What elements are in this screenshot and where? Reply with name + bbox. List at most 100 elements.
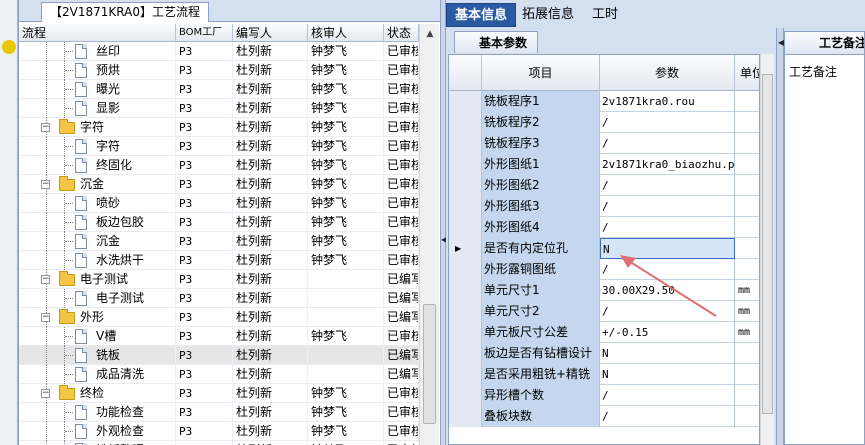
params-scrollbar[interactable] xyxy=(760,54,774,445)
param-row[interactable]: 异形槽个数 / xyxy=(449,385,759,406)
row-indicator[interactable] xyxy=(449,196,482,217)
tab-work-hours[interactable]: 工时 xyxy=(584,3,626,27)
table-row[interactable]: 沉金 P3杜列新钟梦飞已审核 xyxy=(19,232,419,251)
table-row[interactable]: 电子测试 P3杜列新 已编写 xyxy=(19,289,419,308)
collapse-toggle-icon[interactable]: − xyxy=(41,275,50,284)
param-row[interactable]: 是否采用粗铣+精铣 N xyxy=(449,364,759,385)
param-unit xyxy=(735,112,759,133)
row-indicator[interactable] xyxy=(449,301,482,322)
table-row[interactable]: 曝光 P3杜列新钟梦飞已审核 xyxy=(19,80,419,99)
table-row[interactable]: 外观检查 P3杜列新钟梦飞已审核 xyxy=(19,422,419,441)
param-row[interactable]: 铣板程序1 2v1871kra0.rou xyxy=(449,91,759,112)
table-row[interactable]: 功能检查 P3杜列新钟梦飞已审核 xyxy=(19,403,419,422)
tab-basic-params[interactable]: 基本参数 xyxy=(454,31,539,53)
row-indicator[interactable] xyxy=(449,175,482,196)
param-row[interactable]: 外形图纸3/ xyxy=(449,196,759,217)
table-row[interactable]: 铣板整理 P3杜列新钟梦飞已审核 xyxy=(19,441,419,445)
table-row[interactable]: 终固化 P3杜列新钟梦飞已审核 xyxy=(19,156,419,175)
col-header-bom[interactable]: BOM工厂 xyxy=(176,24,233,42)
table-row[interactable]: 丝印 P3杜列新钟梦飞已审核 xyxy=(19,42,419,61)
param-row[interactable]: 铣板程序3/ xyxy=(449,133,759,154)
col-header-flow[interactable]: 流程 xyxy=(19,24,176,42)
param-row[interactable]: 外形图纸1 2v1871kra0_biaozhu.pdf xyxy=(449,154,759,175)
status-cell: 已编写 xyxy=(384,365,419,384)
table-row[interactable]: − 沉金 P3杜列新钟梦飞已审核 xyxy=(19,175,419,194)
col-header-reviewer[interactable]: 核审人 xyxy=(308,24,384,42)
col-header-item[interactable]: 项目 xyxy=(482,55,600,91)
table-row[interactable]: 显影 P3杜列新钟梦飞已审核 xyxy=(19,99,419,118)
collapse-toggle-icon[interactable]: − xyxy=(41,123,50,132)
table-row[interactable]: 喷砂 P3杜列新钟梦飞已审核 xyxy=(19,194,419,213)
tab-basic-info[interactable]: 基本信息 xyxy=(446,3,517,27)
row-indicator[interactable] xyxy=(449,343,482,364)
param-value[interactable]: 2v1871kra0.rou xyxy=(600,91,735,112)
status-cell: 已审核 xyxy=(384,422,419,441)
table-row[interactable]: 铣板 P3杜列新 已编写 xyxy=(19,346,419,365)
flow-cell: 外观检查 xyxy=(19,422,176,441)
row-indicator[interactable] xyxy=(449,154,482,175)
table-row[interactable]: − 字符 P3杜列新钟梦飞已审核 xyxy=(19,118,419,137)
reviewer-cell: 钟梦飞 xyxy=(308,232,384,251)
tab-process-flow[interactable]: 【2V1871KRA0】工艺流程 xyxy=(41,2,209,22)
row-indicator[interactable] xyxy=(449,133,482,154)
table-row[interactable]: 板边包胶 P3杜列新钟梦飞已审核 xyxy=(19,213,419,232)
row-indicator[interactable] xyxy=(449,385,482,406)
param-row[interactable]: 板边是否有钻槽设计 N xyxy=(449,343,759,364)
status-cell: 已编写 xyxy=(384,289,419,308)
col-header-unit[interactable]: 单位 xyxy=(735,55,759,91)
tree-node-label: 沉金 xyxy=(96,234,121,248)
param-row[interactable]: 铣板程序2/ xyxy=(449,112,759,133)
tree-node-label: 终固化 xyxy=(96,158,133,172)
table-row[interactable]: − 电子测试 P3杜列新 已编写 xyxy=(19,270,419,289)
table-row[interactable]: 水洗烘干 P3杜列新钟梦飞已审核 xyxy=(19,251,419,270)
scroll-up-icon[interactable]: ▲ xyxy=(422,26,438,42)
row-indicator[interactable] xyxy=(449,91,482,112)
col-header-param[interactable]: 参数 xyxy=(600,55,735,91)
table-row[interactable]: V槽 P3杜列新钟梦飞已审核 xyxy=(19,327,419,346)
param-row[interactable]: 外形图纸4/ xyxy=(449,217,759,238)
table-row[interactable]: 预烘 P3杜列新钟梦飞已审核 xyxy=(19,61,419,80)
scrollbar-thumb[interactable] xyxy=(423,304,436,424)
param-value[interactable]: 2v1871kra0_biaozhu.pdf xyxy=(600,154,735,175)
param-value[interactable]: / xyxy=(600,406,735,427)
scrollbar-thumb[interactable] xyxy=(762,74,773,414)
status-cell: 已审核 xyxy=(384,99,419,118)
collapse-toggle-icon[interactable]: − xyxy=(41,313,50,322)
reviewer-cell: 钟梦飞 xyxy=(308,61,384,80)
process-memo-box[interactable]: 工艺备注 xyxy=(784,54,865,445)
collapse-toggle-icon[interactable]: − xyxy=(41,180,50,189)
memo-splitter[interactable]: ◀ xyxy=(776,28,784,445)
row-indicator[interactable] xyxy=(449,364,482,385)
param-value[interactable]: / xyxy=(600,196,735,217)
param-value[interactable]: N xyxy=(600,364,735,385)
table-row[interactable]: 字符 P3杜列新钟梦飞已审核 xyxy=(19,137,419,156)
col-header-status[interactable]: 状态 xyxy=(384,24,419,42)
tab-process-memo[interactable]: 工艺备注 xyxy=(784,31,865,54)
bom-cell: P3 xyxy=(176,213,233,232)
process-grid-scrollbar[interactable]: ▲ xyxy=(419,24,439,445)
param-value[interactable]: / xyxy=(600,175,735,196)
param-value[interactable]: / xyxy=(600,112,735,133)
param-value[interactable]: / xyxy=(600,217,735,238)
row-indicator[interactable] xyxy=(449,280,482,301)
reviewer-cell xyxy=(308,308,384,327)
row-indicator[interactable]: ▶ xyxy=(449,238,482,259)
table-row[interactable]: − 终检 P3杜列新钟梦飞已审核 xyxy=(19,384,419,403)
param-row[interactable]: 叠板块数 / xyxy=(449,406,759,427)
table-row[interactable]: − 外形 P3杜列新 已编写 xyxy=(19,308,419,327)
param-row[interactable]: 外形图纸2/ xyxy=(449,175,759,196)
row-indicator[interactable] xyxy=(449,406,482,427)
row-indicator[interactable] xyxy=(449,112,482,133)
row-indicator[interactable] xyxy=(449,259,482,280)
param-value[interactable]: N xyxy=(600,343,735,364)
row-indicator[interactable] xyxy=(449,217,482,238)
document-icon xyxy=(75,82,87,97)
collapse-toggle-icon[interactable]: − xyxy=(41,389,50,398)
document-icon xyxy=(75,348,87,363)
col-header-author[interactable]: 编写人 xyxy=(233,24,308,42)
param-value[interactable]: / xyxy=(600,133,735,154)
tab-extended-info[interactable]: 拓展信息 xyxy=(514,3,582,27)
param-value[interactable]: / xyxy=(600,385,735,406)
table-row[interactable]: 成品清洗 P3杜列新 已编写 xyxy=(19,365,419,384)
row-indicator[interactable] xyxy=(449,322,482,343)
